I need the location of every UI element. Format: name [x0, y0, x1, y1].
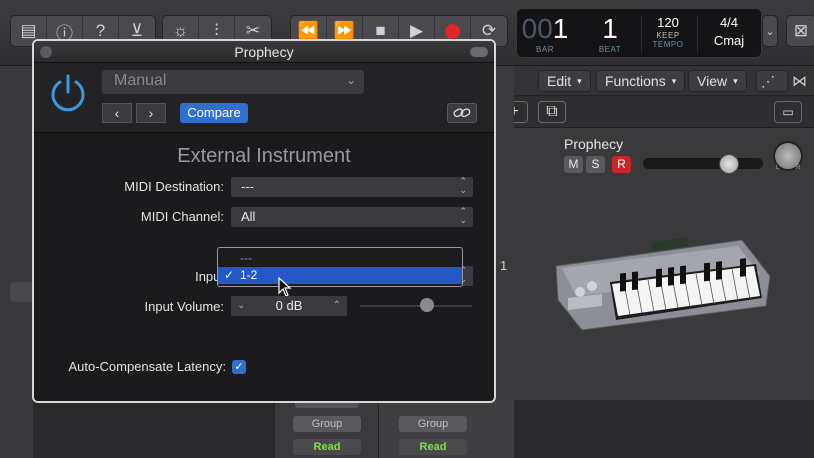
track-header-toolbar: + ⧉ ▭ [494, 96, 814, 128]
mixer-channel-2: Group Read [378, 400, 514, 458]
lcd-menu-chevron-icon[interactable]: ⌄ [762, 15, 778, 47]
lcd-display[interactable]: 001 BAR 1 BEAT 120 KEEP TEMPO 4/4 Cmaj [516, 8, 762, 58]
functions-menu-label: Functions [605, 73, 666, 89]
midi-destination-select[interactable]: --- ⌃ ⌄ [231, 177, 473, 197]
key-signature: Cmaj [713, 33, 745, 48]
preset-menu[interactable]: Manual ⌄ [102, 70, 364, 94]
updown-chevron-icon: ⌃ ⌄ [459, 176, 467, 195]
midi-destination-value: --- [241, 179, 254, 194]
mute-button[interactable]: M [564, 156, 583, 173]
chevron-down-icon: ⌄ [345, 73, 356, 87]
plugin-heading: External Instrument [177, 145, 351, 167]
power-icon[interactable] [48, 73, 88, 113]
solo-button[interactable]: S [586, 156, 605, 173]
tempo-label: TEMPO [652, 40, 684, 49]
track-name: Prophecy [564, 136, 624, 152]
editor-menu-bar: ↰ Edit▾ Functions▾ View▾ ⋰ ⋈ [494, 66, 814, 96]
plugin-body: External Instrument MIDI Destination: --… [34, 133, 494, 401]
decrement-icon[interactable]: ⌄ [237, 296, 245, 316]
edit-menu-label: Edit [547, 73, 572, 89]
edit-menu[interactable]: Edit ▾ [538, 70, 591, 92]
input-dropdown-menu: --- ✓ 1-2 [217, 247, 463, 287]
signature-display: 4/4 Cmaj [701, 9, 757, 59]
tempo-mode: KEEP [656, 31, 680, 40]
beat-label: BEAT [598, 45, 622, 54]
plugin-window: Prophecy Manual ⌄ ‹ › Compare External I… [32, 39, 496, 403]
previous-preset-button[interactable]: ‹ [102, 103, 132, 123]
zoom-icon[interactable] [470, 47, 488, 57]
input-option[interactable]: --- [218, 250, 462, 267]
auto-compensate-latency-checkbox[interactable]: ✓ [232, 360, 246, 374]
collapse-icon[interactable]: ▭ [774, 101, 802, 123]
track-volume-slider[interactable] [643, 158, 763, 169]
midi-channel-value: All [241, 209, 256, 224]
pan-left-label: L [776, 165, 780, 171]
pan-right-label: R [796, 165, 801, 171]
automation-curve-icon[interactable]: ⋰ [756, 70, 788, 92]
next-preset-button[interactable]: › [136, 103, 166, 123]
updown-chevron-icon: ⌃ ⌄ [459, 206, 467, 225]
tempo-display: 120 KEEP TEMPO [643, 9, 693, 59]
input-volume-label: Input Volume: [144, 299, 225, 314]
bar-value: 1 [552, 13, 569, 44]
mixer-channel-1: Stereo Out Group Read [274, 396, 378, 458]
close-x-icon[interactable]: ⊠ [786, 15, 814, 47]
view-menu[interactable]: View ▾ [688, 70, 747, 92]
plugin-title-bar[interactable]: Prophecy [34, 41, 494, 63]
mixer-strip-area: Stereo Out Group Read Group Read [274, 396, 514, 458]
link-icon [453, 108, 471, 118]
functions-menu[interactable]: Functions ▾ [596, 70, 686, 92]
bar-display: 001 BAR [517, 9, 573, 59]
beat-display: 1 BEAT [585, 9, 635, 59]
time-signature: 4/4 [719, 15, 739, 30]
midi-channel-label: MIDI Channel: [140, 209, 224, 224]
midi-channel-select[interactable]: All ⌃ ⌄ [231, 207, 473, 227]
input-option-label: 1-2 [240, 268, 258, 282]
input-option-selected[interactable]: ✓ 1-2 [218, 267, 462, 284]
left-track-strip [0, 66, 34, 458]
chevron-down-icon: ▾ [577, 75, 582, 86]
input-volume-value: 0 dB [275, 298, 303, 313]
input-volume-slider[interactable] [360, 305, 472, 307]
synthesizer-image [555, 237, 771, 331]
bar-label: BAR [536, 45, 554, 54]
view-menu-label: View [697, 73, 728, 89]
latency-label: Auto-Compensate Latency: [68, 359, 226, 374]
group-slot[interactable]: Group [399, 416, 467, 432]
beat-value: 1 [602, 13, 618, 44]
input-volume-slider-knob[interactable] [420, 298, 435, 312]
chevron-down-icon: ▾ [671, 75, 677, 86]
preset-name: Manual [114, 72, 167, 89]
automation-read-button[interactable]: Read [293, 439, 361, 455]
input-volume-stepper[interactable]: ⌄ 0 dB ⌃ [231, 296, 347, 316]
increment-icon[interactable]: ⌃ [333, 296, 341, 316]
plugin-header: Manual ⌄ ‹ › Compare [34, 63, 494, 133]
link-button[interactable] [447, 103, 477, 123]
input-label: Input [195, 269, 224, 284]
track-volume-knob[interactable] [719, 154, 739, 174]
track-number: 1 [500, 258, 508, 273]
flex-icon[interactable]: ⋈ [792, 72, 807, 90]
record-enable-button[interactable]: R [612, 156, 631, 173]
tempo-value: 120 [657, 15, 679, 30]
mouse-cursor-icon [278, 277, 292, 297]
checkmark-icon: ✓ [224, 268, 235, 282]
chevron-down-icon: ▾ [733, 75, 738, 86]
duplicate-track-icon[interactable]: ⧉ [538, 101, 566, 123]
plugin-title: Prophecy [234, 44, 294, 60]
group-slot[interactable]: Group [293, 416, 361, 432]
automation-read-button[interactable]: Read [399, 439, 467, 455]
bar-leading-zeros: 00 [521, 13, 553, 44]
compare-button[interactable]: Compare [180, 103, 248, 123]
left-strip-button[interactable] [10, 282, 34, 302]
midi-destination-label: MIDI Destination: [124, 179, 224, 194]
